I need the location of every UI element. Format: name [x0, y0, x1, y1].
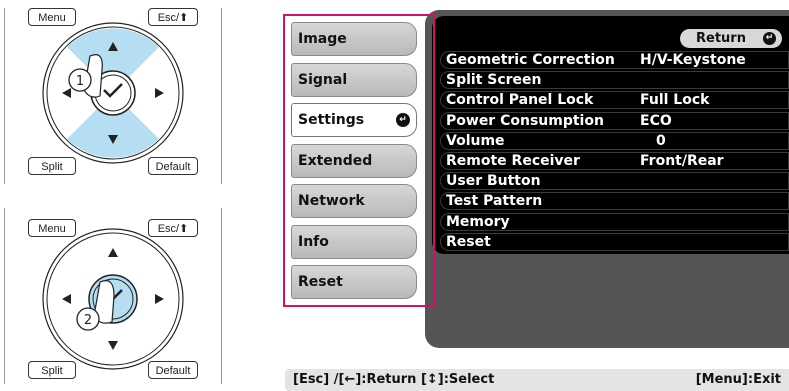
setting-value: 0 — [656, 132, 666, 149]
panel-divider-top — [221, 8, 222, 184]
panel-edge-top — [4, 8, 5, 184]
setting-label: Memory — [446, 213, 510, 230]
settings-row[interactable]: Volume 0 — [440, 131, 789, 151]
settings-row[interactable]: User Button — [440, 171, 789, 191]
settings-row[interactable]: Control Panel Lock Full Lock — [440, 90, 789, 110]
settings-row[interactable]: Power Consumption ECO — [440, 111, 789, 131]
settings-row[interactable]: Geometric Correction H/V-Keystone — [440, 50, 789, 70]
setting-value: Full Lock — [640, 92, 710, 109]
step-2-badge: 2 — [84, 313, 92, 328]
panel-divider-bottom — [221, 208, 222, 384]
return-icon: ↵ — [763, 32, 776, 45]
menu-highlight-frame — [283, 14, 435, 307]
panel-edge-bottom — [4, 208, 5, 384]
status-right: [Menu]:Exit — [695, 372, 781, 387]
dpad-up-down[interactable]: 1 — [38, 18, 188, 168]
setting-value: H/V-Keystone — [640, 52, 746, 68]
setting-label: Split Screen — [446, 72, 542, 89]
setting-label: Volume — [446, 132, 505, 149]
setting-label: Control Panel Lock — [446, 92, 594, 109]
row-outline — [440, 232, 789, 251]
setting-label: Reset — [446, 233, 491, 250]
setting-label: User Button — [446, 173, 541, 190]
settings-row[interactable]: Test Pattern — [440, 191, 789, 211]
settings-row[interactable]: Memory — [440, 212, 789, 232]
status-left: [Esc] /[←]:Return [↕]:Select — [293, 372, 495, 387]
return-label: Return — [696, 31, 746, 46]
settings-row[interactable]: Split Screen — [440, 70, 789, 90]
return-button[interactable]: Return ↵ — [680, 29, 782, 48]
setting-label: Remote Receiver — [446, 153, 580, 169]
setting-label: Power Consumption — [446, 112, 604, 129]
dpad-enter[interactable]: 2 — [38, 224, 188, 374]
status-bar: [Esc] /[←]:Return [↕]:Select [Menu]:Exit — [285, 369, 789, 391]
setting-value: Front/Rear — [640, 153, 724, 169]
settings-row[interactable]: Remote Receiver Front/Rear — [440, 151, 789, 171]
setting-label: Test Pattern — [446, 193, 543, 210]
step-1-badge: 1 — [76, 74, 84, 89]
settings-row[interactable]: Reset — [440, 232, 789, 252]
setting-value: ECO — [640, 112, 672, 129]
setting-label: Geometric Correction — [446, 52, 615, 68]
